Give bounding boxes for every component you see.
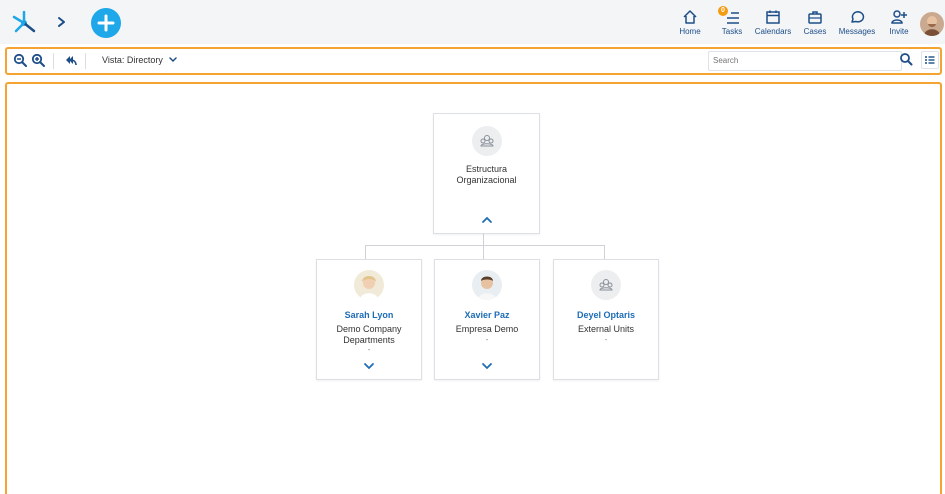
org-node-card[interactable]: Deyel Optaris External Units - bbox=[553, 259, 659, 380]
list-icon bbox=[925, 56, 935, 64]
connector-line bbox=[365, 245, 366, 259]
reply-all-icon[interactable] bbox=[63, 53, 77, 67]
chevron-down-icon[interactable] bbox=[363, 362, 375, 370]
user-avatar[interactable] bbox=[920, 12, 944, 36]
org-root-title: Estructura Organizacional bbox=[456, 164, 517, 185]
add-button[interactable] bbox=[91, 8, 121, 38]
briefcase-icon bbox=[808, 11, 822, 24]
org-node-name[interactable]: Deyel Optaris bbox=[554, 310, 658, 320]
zoom-out-icon[interactable] bbox=[13, 53, 27, 67]
invite-icon bbox=[891, 10, 907, 24]
search-icon[interactable] bbox=[899, 52, 913, 66]
connector-line bbox=[483, 233, 484, 245]
chevron-right-icon[interactable] bbox=[55, 13, 69, 31]
zoom-in-icon[interactable] bbox=[31, 53, 45, 67]
nav-tasks-label: Tasks bbox=[721, 27, 743, 36]
app-logo-icon[interactable] bbox=[10, 9, 38, 35]
search-input[interactable] bbox=[708, 51, 902, 71]
calendar-icon bbox=[766, 10, 780, 24]
toolbar-divider bbox=[53, 53, 54, 69]
nav-tasks[interactable]: 0 Tasks bbox=[718, 6, 746, 40]
org-node-extra: - bbox=[485, 337, 489, 344]
org-unit-icon bbox=[591, 270, 621, 300]
org-unit-icon bbox=[471, 126, 502, 156]
tasks-badge: 0 bbox=[718, 6, 728, 16]
view-selector-label[interactable]: Vista: Directory bbox=[102, 55, 163, 65]
nav-calendars-label: Calendars bbox=[754, 27, 792, 36]
list-view-button[interactable] bbox=[921, 51, 939, 69]
nav-invite[interactable]: Invite bbox=[886, 8, 912, 40]
org-chart-canvas: Estructura Organizacional Sarah Lyon Dem… bbox=[5, 82, 942, 494]
org-node-name[interactable]: Sarah Lyon bbox=[317, 310, 421, 320]
top-bar: Home 0 Tasks Calendars Cases Messages In… bbox=[0, 0, 945, 44]
connector-line bbox=[365, 245, 605, 246]
org-node-card[interactable]: Xavier Paz Empresa Demo - bbox=[434, 259, 540, 380]
nav-cases[interactable]: Cases bbox=[802, 8, 828, 40]
toolbar-divider bbox=[85, 53, 86, 69]
nav-cases-label: Cases bbox=[803, 27, 827, 36]
connector-line bbox=[604, 245, 605, 259]
view-toolbar: Vista: Directory bbox=[5, 47, 942, 75]
org-root-card[interactable]: Estructura Organizacional bbox=[433, 113, 540, 234]
nav-home[interactable]: Home bbox=[677, 8, 703, 40]
avatar bbox=[472, 270, 502, 300]
chevron-down-icon[interactable] bbox=[481, 362, 493, 370]
nav-messages[interactable]: Messages bbox=[838, 8, 876, 40]
plus-icon bbox=[97, 14, 115, 32]
org-node-card[interactable]: Sarah Lyon Demo Company Departments - bbox=[316, 259, 422, 380]
chevron-up-icon[interactable] bbox=[481, 216, 493, 224]
org-node-name[interactable]: Xavier Paz bbox=[435, 310, 539, 320]
message-icon bbox=[851, 11, 865, 23]
org-node-extra: - bbox=[604, 337, 608, 344]
connector-line bbox=[483, 245, 484, 259]
chevron-down-icon[interactable] bbox=[169, 57, 177, 63]
nav-home-label: Home bbox=[679, 27, 701, 36]
nav-invite-label: Invite bbox=[889, 27, 909, 36]
org-node-unit: Demo Company Departments bbox=[336, 324, 402, 345]
avatar bbox=[354, 270, 384, 300]
nav-messages-label: Messages bbox=[838, 27, 876, 36]
org-node-unit: External Units bbox=[577, 324, 635, 334]
org-node-unit: Empresa Demo bbox=[455, 324, 519, 334]
nav-calendars[interactable]: Calendars bbox=[754, 8, 792, 40]
org-node-extra: - bbox=[367, 347, 371, 354]
home-icon bbox=[683, 10, 697, 24]
